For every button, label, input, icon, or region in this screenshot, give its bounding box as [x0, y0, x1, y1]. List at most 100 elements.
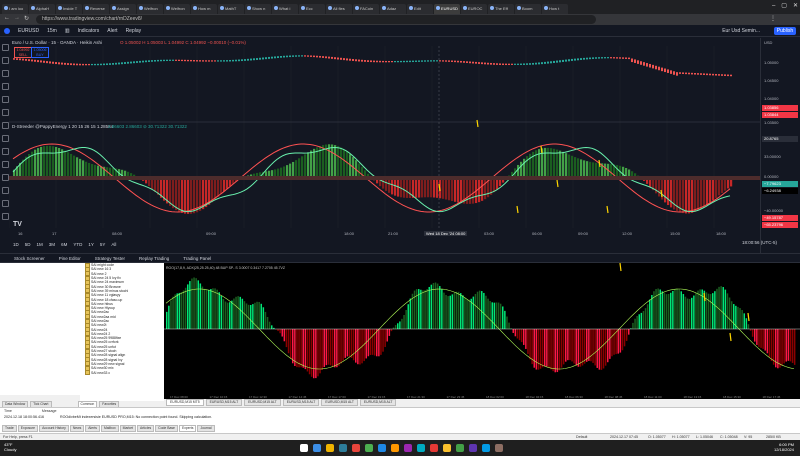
taskbar-app-icon[interactable]: [469, 444, 477, 452]
toolbox-tab-account-history[interactable]: Account History: [39, 425, 69, 432]
toolbox-tab-code-base[interactable]: Code Base: [155, 425, 178, 432]
menu-icon[interactable]: ⋮: [770, 15, 776, 22]
tree-item[interactable]: SAI new33 c: [80, 370, 164, 376]
drawing-tool-icon[interactable]: [2, 200, 9, 207]
toolbox-tab-trade[interactable]: Trade: [2, 425, 17, 432]
browser-tab[interactable]: I am loo: [2, 3, 28, 14]
price-axis[interactable]: USD 1.05000 1.04500 1.04000 1.03856 1.03…: [760, 38, 800, 253]
tab-stock-screener[interactable]: Stock Screener: [14, 256, 45, 261]
replay-button[interactable]: Replay: [126, 28, 142, 34]
range-6m[interactable]: 6M: [61, 242, 67, 247]
tab-strategy-tester[interactable]: Strategy Tester: [95, 256, 125, 261]
browser-tab[interactable]: Boom: [515, 3, 541, 14]
browser-tab[interactable]: All fles: [326, 3, 352, 14]
browser-tab[interactable]: How m: [191, 3, 217, 14]
browser-tab[interactable]: The Eff: [488, 3, 514, 14]
toolbox-tab-mailbox[interactable]: Mailbox: [100, 425, 119, 432]
toolbox-tab-market[interactable]: Market: [119, 425, 137, 432]
browser-tab[interactable]: FACoin: [353, 3, 379, 14]
toolbox-tab-exposure[interactable]: Exposure: [17, 425, 39, 432]
drawing-tool-icon[interactable]: [2, 57, 9, 64]
browser-tab[interactable]: Welfron: [137, 3, 163, 14]
layout-name[interactable]: Eur Usd Semin...: [722, 28, 760, 34]
minimize-icon[interactable]: –: [772, 3, 775, 9]
close-icon[interactable]: ✕: [793, 2, 798, 9]
column-header-message[interactable]: Message: [42, 409, 57, 413]
taskbar-app-icon[interactable]: [495, 444, 503, 452]
taskbar-app-icon[interactable]: [417, 444, 425, 452]
taskbar-app-icon[interactable]: [391, 444, 399, 452]
browser-tab[interactable]: Reverse: [83, 3, 109, 14]
column-header-time[interactable]: Time: [4, 409, 12, 413]
browser-tab[interactable]: AlphaH: [29, 3, 55, 14]
maximize-icon[interactable]: ▢: [781, 2, 787, 9]
mt-chart-tab[interactable]: EURUSD,M15 MT5: [166, 398, 204, 406]
range-1m[interactable]: 1M: [37, 242, 43, 247]
range-5d[interactable]: 5D: [25, 242, 31, 247]
taskbar-app-icon[interactable]: [352, 444, 360, 452]
tab-replay-trading[interactable]: Replay Trading: [139, 256, 169, 261]
toolbox-message-row[interactable]: 2024.12.18 18:00:56.416 ROOdivbeMt index…: [4, 415, 212, 419]
range-1y[interactable]: 1Y: [88, 242, 94, 247]
taskbar-app-icon[interactable]: [365, 444, 373, 452]
toolbox-tab-articles[interactable]: Articles: [137, 425, 155, 432]
browser-tab[interactable]: EURUSD: [434, 3, 460, 14]
drawing-tool-icon[interactable]: [2, 96, 9, 103]
taskbar-app-icon[interactable]: [404, 444, 412, 452]
browser-tab[interactable]: Edit: [407, 3, 433, 14]
browser-tab[interactable]: Welfron: [164, 3, 190, 14]
browser-tab[interactable]: Show n: [245, 3, 271, 14]
range-3m[interactable]: 3M: [49, 242, 55, 247]
browser-tab[interactable]: Inside T: [56, 3, 82, 14]
tab-trading-panel[interactable]: Trading Panel: [183, 256, 211, 261]
sell-button[interactable]: 1.04992 SELL: [14, 47, 32, 58]
tab-pine-editor[interactable]: Pine Editor: [59, 256, 81, 261]
drawing-tool-icon[interactable]: [2, 187, 9, 194]
reload-icon[interactable]: ↻: [24, 15, 29, 22]
taskbar-app-icon[interactable]: [326, 444, 334, 452]
browser-tab[interactable]: Assign: [110, 3, 136, 14]
range-5y[interactable]: 5Y: [100, 242, 106, 247]
drawing-tool-icon[interactable]: [2, 174, 9, 181]
browser-tab[interactable]: What i: [272, 3, 298, 14]
taskbar-app-icon[interactable]: [339, 444, 347, 452]
mt-chart-tab[interactable]: EURUSD,M15 ALT: [321, 398, 358, 406]
toolbox-tab-experts[interactable]: Experts: [178, 425, 197, 432]
drawing-tool-icon[interactable]: [2, 44, 9, 51]
drawing-tool-icon[interactable]: [2, 70, 9, 77]
forward-icon[interactable]: →: [14, 15, 20, 21]
mt-chart-tab[interactable]: EURUSD,M15 ALT: [282, 398, 320, 406]
drawing-tool-icon[interactable]: [2, 109, 9, 116]
alert-button[interactable]: Alert: [107, 28, 117, 34]
weather-widget[interactable]: 43°F Cloudy: [4, 442, 16, 452]
toolbox-tab-news[interactable]: News: [69, 425, 85, 432]
symbol-search[interactable]: EURUSD: [18, 28, 39, 34]
taskbar-app-icon[interactable]: [378, 444, 386, 452]
buy-button[interactable]: 1.05006 BUY: [31, 47, 49, 58]
browser-tab[interactable]: EUROC: [461, 3, 487, 14]
url-input[interactable]: https://www.tradingview.com/chart/rnDZee…: [36, 15, 596, 24]
range-1d[interactable]: 1D: [13, 242, 19, 247]
mt-chart-tab[interactable]: EURUSD,M15 ALT: [244, 398, 281, 406]
range-all[interactable]: All: [111, 242, 116, 247]
toolbox-tab-alerts[interactable]: Alerts: [85, 425, 100, 432]
avatar[interactable]: [4, 27, 10, 34]
taskbar-app-icon[interactable]: [443, 444, 451, 452]
drawing-tool-icon[interactable]: [2, 148, 9, 155]
back-icon[interactable]: ←: [4, 15, 10, 21]
taskbar-app-icon[interactable]: [430, 444, 438, 452]
chart-type-icon[interactable]: ▥: [65, 28, 70, 34]
drawing-tool-icon[interactable]: [2, 135, 9, 142]
drawing-tool-icon[interactable]: [2, 83, 9, 90]
browser-tab[interactable]: Adaz: [380, 3, 406, 14]
mt-oscillator-chart[interactable]: [164, 263, 800, 399]
publish-button[interactable]: Publish: [774, 27, 796, 35]
range-ytd[interactable]: YTD: [73, 242, 82, 247]
drawing-tool-icon[interactable]: [2, 122, 9, 129]
tv-chart-area[interactable]: TV: [9, 38, 760, 253]
interval-button[interactable]: 15m: [47, 28, 57, 34]
browser-tab[interactable]: How t: [542, 3, 568, 14]
drawing-tool-icon[interactable]: [2, 213, 9, 220]
mt-chart-tab[interactable]: EURUSD,M15 ALT: [359, 398, 397, 406]
toolbox-tab-journal[interactable]: Journal: [197, 425, 215, 432]
